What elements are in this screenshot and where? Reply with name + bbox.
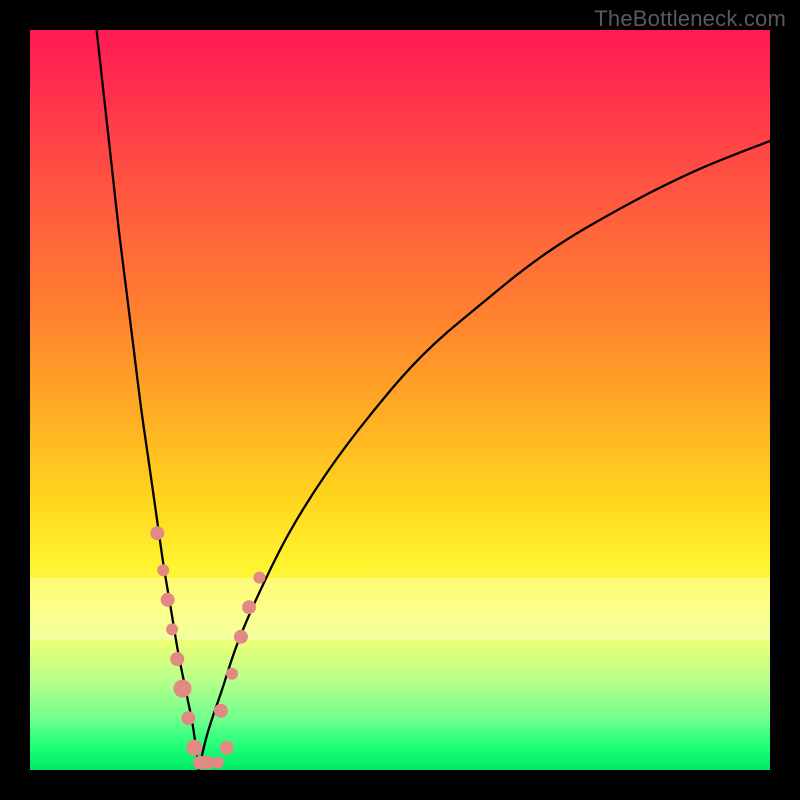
data-point-marker [186,740,202,756]
data-point-marker [212,757,224,769]
chart-frame: TheBottleneck.com [0,0,800,800]
curve-right-branch [199,141,770,770]
chart-svg [30,30,770,770]
watermark-text: TheBottleneck.com [594,6,786,32]
data-point-marker [170,652,184,666]
data-point-marker [234,630,248,644]
data-point-marker [220,741,234,755]
data-point-marker [173,680,191,698]
data-point-marker [157,564,169,576]
data-point-marker [161,593,175,607]
data-point-marker [166,623,178,635]
plot-area [30,30,770,770]
data-point-marker [214,704,228,718]
data-point-marker [181,711,195,725]
data-point-marker [150,526,164,540]
data-point-marker [242,600,256,614]
data-point-marker [226,668,238,680]
data-point-marker [253,572,265,584]
